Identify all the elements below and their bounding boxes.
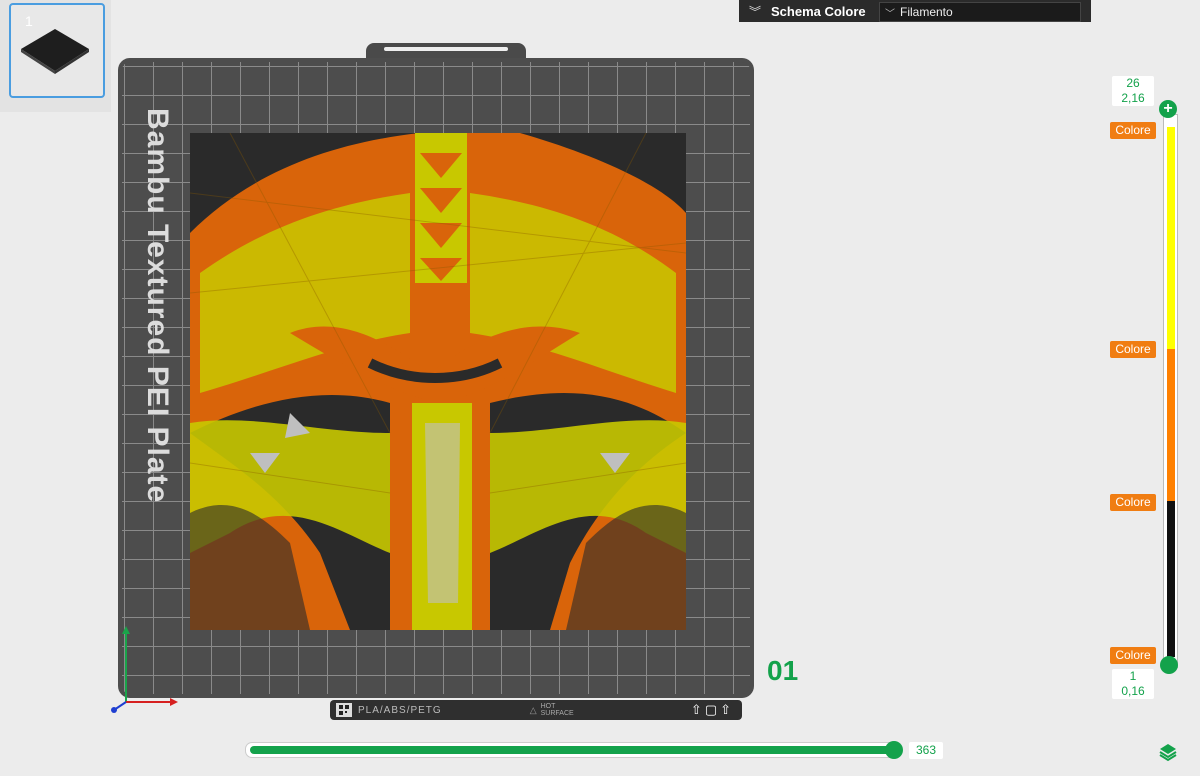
plate-type-label: Bambu Textured PEI Plate	[141, 108, 174, 504]
plate-number: 01	[767, 655, 799, 686]
bottom-layer-number: 1	[1129, 669, 1137, 683]
plate-info-icons: ⇧▢⇧	[690, 702, 734, 717]
double-chevron-down-icon[interactable]: ︾	[739, 3, 771, 20]
move-slider-value: 363	[909, 742, 943, 759]
hot-surface-text: HOT SURFACE	[540, 703, 574, 717]
bottom-layer-label: 1 0,16	[1112, 669, 1154, 699]
color-scheme-title: Schema Colore	[771, 3, 866, 19]
color-change-tag[interactable]: Colore	[1110, 122, 1156, 139]
color-scheme-bar: ︾ Schema Colore ﹀ Filamento	[739, 0, 1091, 22]
sliced-model-preview[interactable]	[190, 133, 686, 630]
build-plate[interactable]: Bambu Textured PEI Plate PLA/ABS/PETG △ …	[118, 43, 754, 720]
move-slider-rail[interactable]	[245, 742, 902, 758]
top-layer-height: 2,16	[1121, 91, 1145, 105]
plus-icon[interactable]: +	[1159, 100, 1177, 118]
plate-thumbnail-image	[21, 29, 89, 74]
bottom-layer-height: 0,16	[1121, 684, 1145, 698]
layers-icon[interactable]	[1158, 742, 1178, 762]
color-change-tag[interactable]: Colore	[1110, 494, 1156, 511]
layer-segment-yellow	[1167, 127, 1175, 349]
top-layer-label: 26 2,16	[1112, 76, 1154, 106]
plate-footer-strip: PLA/ABS/PETG △ HOT SURFACE ⇧▢⇧	[330, 700, 742, 720]
layer-slider-rail[interactable]	[1163, 114, 1178, 668]
plate-materials: PLA/ABS/PETG	[358, 704, 442, 716]
color-change-tag[interactable]: Colore	[1110, 341, 1156, 358]
plate-thumbnail-panel: 1	[0, 0, 111, 112]
color-change-tag[interactable]: Colore	[1110, 647, 1156, 664]
top-layer-number: 26	[1126, 76, 1140, 90]
move-slider-handle[interactable]	[885, 741, 903, 759]
warning-icon: △	[529, 704, 537, 715]
qr-icon	[336, 703, 352, 717]
layer-segment-black	[1167, 501, 1175, 657]
move-slider-fill	[250, 746, 890, 754]
chevron-down-icon: ﹀	[885, 8, 895, 20]
axis-gizmo	[111, 626, 178, 713]
color-scheme-selected: Filamento	[900, 5, 953, 19]
bottom-layer-handle[interactable]	[1160, 656, 1178, 674]
color-scheme-dropdown[interactable]: ﹀ Filamento	[879, 2, 1081, 22]
layer-segment-orange	[1167, 349, 1175, 501]
layer-slider[interactable]: 26 2,16 + Colore Colore Colore Colore 1 …	[1108, 74, 1200, 704]
plate-thumbnail[interactable]: 1	[9, 3, 105, 98]
